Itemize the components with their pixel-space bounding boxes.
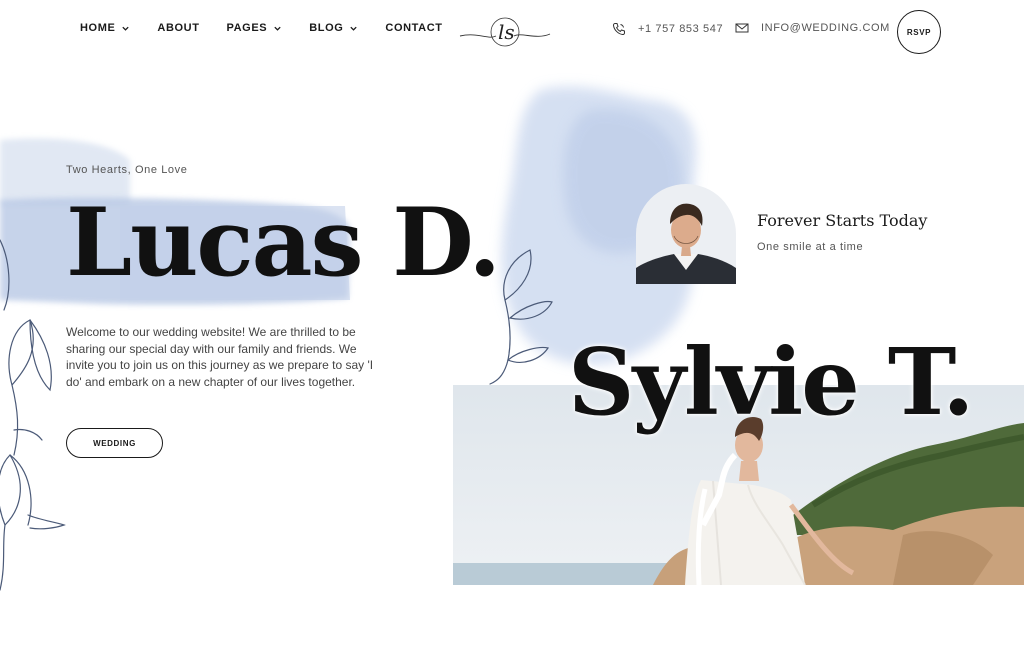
nav-label: CONTACT bbox=[385, 22, 443, 34]
phone-contact[interactable]: +1 757 853 547 bbox=[612, 22, 723, 36]
nav-item-about[interactable]: ABOUT bbox=[157, 22, 199, 34]
site-logo[interactable]: ls bbox=[458, 10, 552, 50]
nav-label: HOME bbox=[80, 22, 116, 34]
hero-tagline: Two Hearts, One Love bbox=[66, 164, 188, 176]
phone-number: +1 757 853 547 bbox=[638, 23, 724, 35]
nav-label: BLOG bbox=[309, 22, 344, 34]
main-nav: HOME ABOUT PAGES BLOG CONTACT bbox=[80, 22, 470, 34]
nav-label: PAGES bbox=[226, 22, 268, 34]
chevron-down-icon bbox=[122, 26, 130, 31]
envelope-icon bbox=[735, 23, 749, 33]
logo-monogram-text: ls bbox=[498, 20, 515, 44]
wedding-button[interactable]: WEDDING bbox=[66, 428, 163, 458]
nav-item-contact[interactable]: CONTACT bbox=[385, 22, 442, 34]
rsvp-button[interactable]: RSVP bbox=[897, 10, 941, 54]
site-header: HOME ABOUT PAGES BLOG CONTACT ls +1 757 … bbox=[0, 0, 1024, 62]
groom-name-heading: Lucas D. bbox=[66, 188, 501, 298]
bride-name-heading: Sylvie T. bbox=[568, 328, 974, 436]
email-address: INFO@WEDDING.COM bbox=[761, 22, 890, 34]
nav-item-home[interactable]: HOME bbox=[80, 22, 130, 34]
chevron-down-icon bbox=[350, 26, 358, 31]
phone-icon bbox=[612, 23, 625, 36]
monogram-logo: ls bbox=[459, 17, 551, 47]
feature-subtitle: One smile at a time bbox=[757, 241, 864, 253]
email-contact[interactable]: INFO@WEDDING.COM bbox=[735, 22, 890, 34]
intro-paragraph: Welcome to our wedding website! We are t… bbox=[66, 325, 374, 389]
nav-item-blog[interactable]: BLOG bbox=[309, 22, 358, 34]
nav-label: ABOUT bbox=[157, 22, 200, 34]
groom-portrait bbox=[636, 184, 736, 284]
nav-item-pages[interactable]: PAGES bbox=[227, 22, 283, 34]
feature-title: Forever Starts Today bbox=[757, 211, 928, 230]
chevron-down-icon bbox=[274, 26, 281, 31]
